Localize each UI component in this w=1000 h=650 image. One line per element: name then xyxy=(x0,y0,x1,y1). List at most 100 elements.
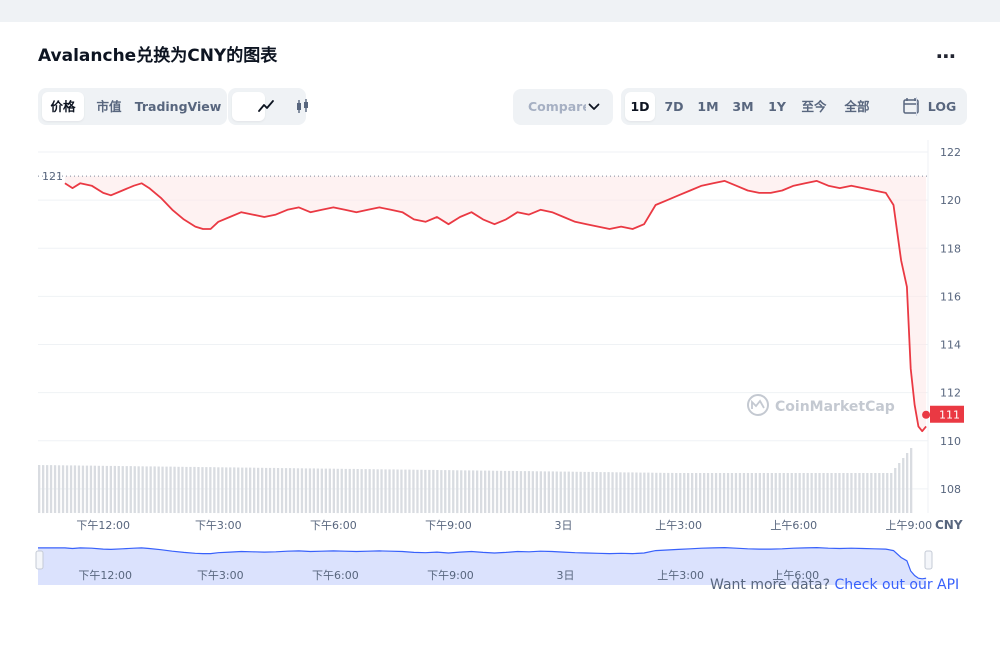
volume-bar xyxy=(276,468,280,513)
volume-bar xyxy=(85,465,89,513)
volume-bar xyxy=(814,473,817,513)
navigator-tick-label: 下午9:00 xyxy=(427,569,474,582)
x-tick-label: 下午9:00 xyxy=(425,519,472,532)
volume-bar xyxy=(710,473,714,513)
volume-bar xyxy=(49,465,53,513)
volume-bar xyxy=(233,467,236,513)
volume-bar xyxy=(432,469,435,513)
volume-bar xyxy=(802,473,805,513)
volume-bar xyxy=(452,470,455,513)
volume-bar xyxy=(523,471,527,513)
volume-bar xyxy=(563,471,566,513)
volume-bar xyxy=(304,468,308,513)
watermark-text: CoinMarketCap xyxy=(775,399,895,415)
volume-bar xyxy=(300,468,304,513)
volume-bar xyxy=(607,472,610,513)
volume-bar xyxy=(312,468,315,513)
volume-bar xyxy=(866,473,869,513)
currency-label: CNY xyxy=(935,518,963,532)
volume-bar xyxy=(284,468,288,513)
volume-bar xyxy=(440,470,443,514)
x-tick-label: 上午6:00 xyxy=(770,519,817,532)
volume-bar xyxy=(193,466,196,513)
volume-bar xyxy=(109,465,112,513)
volume-bar xyxy=(567,471,570,513)
volume-bar xyxy=(468,470,471,513)
x-tick-label: 上午3:00 xyxy=(655,519,702,532)
volume-bar xyxy=(268,467,272,513)
volume-bar xyxy=(555,471,558,513)
volume-bar xyxy=(742,473,746,513)
x-tick-label: 3日 xyxy=(555,519,573,532)
volume-bar xyxy=(762,473,765,513)
volume-bar xyxy=(695,473,698,513)
volume-bar xyxy=(515,471,519,513)
volume-bar xyxy=(599,472,602,514)
volume-bar xyxy=(460,470,463,513)
volume-bar xyxy=(499,470,503,513)
volume-bar xyxy=(527,471,531,513)
volume-bar xyxy=(464,470,467,513)
price-chart[interactable]: 121 111 108 110 112 114 116 118 120 122 下午12:00… xyxy=(0,0,1000,600)
volume-bar xyxy=(718,473,722,513)
volume-bar xyxy=(898,463,901,513)
volume-bar xyxy=(874,473,877,513)
volume-bar xyxy=(790,473,793,513)
volume-bar xyxy=(420,469,423,513)
y-tick-label: 108 xyxy=(940,483,961,496)
y-axis-ticks: 108 110 112 114 116 118 120 122 xyxy=(940,146,961,496)
volume-bar xyxy=(830,473,833,513)
volume-bar xyxy=(197,467,200,513)
volume-bar xyxy=(265,467,268,513)
volume-bar xyxy=(209,467,212,513)
volume-bar xyxy=(117,466,120,513)
volume-bar xyxy=(890,473,893,513)
volume-bar xyxy=(169,466,172,513)
volume-bar xyxy=(380,469,383,513)
navigator-tick-label: 下午12:00 xyxy=(78,569,132,582)
volume-bar xyxy=(249,467,252,513)
volume-bar xyxy=(217,467,220,514)
volume-bar xyxy=(575,471,578,514)
volume-bar xyxy=(81,465,85,514)
navigator-handle-left xyxy=(35,550,44,570)
volume-bar xyxy=(878,473,881,513)
navigator-tick-label: 下午6:00 xyxy=(312,569,359,582)
volume-bar xyxy=(902,458,905,513)
volume-bar xyxy=(635,472,638,513)
volume-bar xyxy=(340,468,343,513)
volume-bar xyxy=(603,472,606,513)
volume-bar xyxy=(129,466,132,513)
volume-bar xyxy=(559,471,562,514)
y-tick-label: 114 xyxy=(940,339,961,352)
volume-bar xyxy=(834,473,837,513)
volume-bar xyxy=(296,468,300,514)
volume-bar xyxy=(547,471,550,513)
volume-bar xyxy=(257,467,260,514)
volume-bar xyxy=(838,473,841,513)
volume-bar xyxy=(38,465,41,513)
volume-bar xyxy=(436,470,439,513)
volume-bar xyxy=(253,467,256,513)
volume-bar xyxy=(619,472,622,513)
volume-bar xyxy=(611,472,614,513)
volume-bar xyxy=(332,468,335,513)
open-price-label: 121 xyxy=(42,170,63,183)
volume-bar xyxy=(105,465,108,513)
volume-bar xyxy=(205,467,208,513)
volume-bar xyxy=(372,469,375,513)
api-link[interactable]: Check out our API xyxy=(834,577,959,593)
volume-bar xyxy=(750,473,753,513)
x-axis-ticks: 下午12:00 下午3:00 下午6:00 下午9:00 3日 上午3:00 上午6:00 上… xyxy=(76,519,932,532)
volume-bar xyxy=(113,465,116,513)
volume-bar xyxy=(424,469,427,513)
volume-bar xyxy=(97,465,100,514)
volume-bar xyxy=(758,473,761,513)
volume-bar xyxy=(643,472,646,513)
volume-bar xyxy=(842,473,845,513)
volume-bar xyxy=(149,466,152,513)
volume-bar xyxy=(714,473,718,513)
volume-bar xyxy=(487,470,491,513)
volume-bar xyxy=(754,473,757,513)
navigator-tick-label: 下午3:00 xyxy=(197,569,244,582)
